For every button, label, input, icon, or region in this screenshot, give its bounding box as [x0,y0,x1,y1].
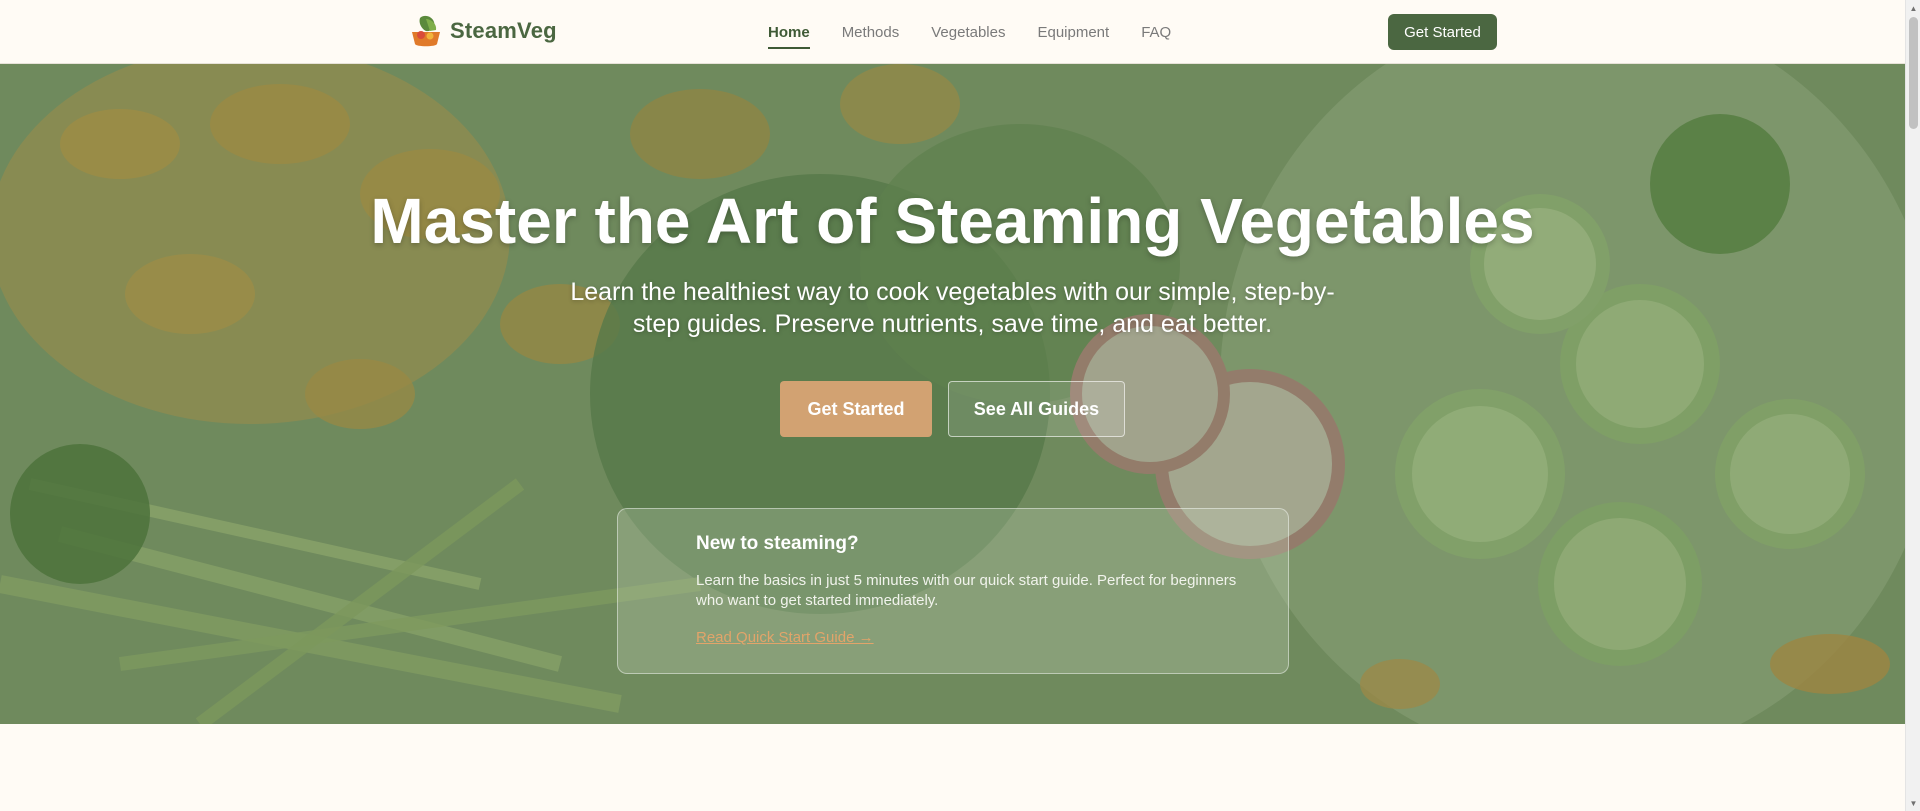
hero-title: Master the Art of Steaming Vegetables [370,185,1535,257]
scrollbar-thumb[interactable] [1909,17,1918,129]
nav-item-methods[interactable]: Methods [842,16,900,49]
site-header: SteamVeg Home Methods Vegetables Equipme… [0,0,1905,64]
scroll-up-icon[interactable]: ▲ [1906,0,1920,16]
main-nav: Home Methods Vegetables Equipment FAQ [768,0,1171,64]
hero-section: Master the Art of Steaming Vegetables Le… [0,64,1905,724]
quick-start-card: New to steaming? Learn the basics in jus… [617,508,1289,674]
nav-item-equipment[interactable]: Equipment [1037,16,1109,49]
nav-item-vegetables[interactable]: Vegetables [931,16,1005,49]
hero-get-started-button[interactable]: Get Started [780,381,932,437]
page-scrollbar[interactable]: ▲ ▼ [1905,0,1920,811]
quick-start-card-text: Learn the basics in just 5 minutes with … [696,572,1237,609]
vegetable-basket-icon [412,15,440,47]
scroll-down-icon[interactable]: ▼ [1906,795,1920,811]
nav-item-home[interactable]: Home [768,16,810,49]
page: SteamVeg Home Methods Vegetables Equipme… [0,0,1905,811]
nav-item-faq[interactable]: FAQ [1141,16,1171,49]
see-all-guides-button[interactable]: See All Guides [948,381,1125,437]
brand-name: SteamVeg [450,18,557,43]
quick-start-card-title: New to steaming? [696,533,859,554]
header-get-started-button[interactable]: Get Started [1388,14,1497,50]
hero-subtitle: Learn the healthiest way to cook vegetab… [570,278,1335,338]
quick-start-guide-link[interactable]: Read Quick Start Guide → [696,629,874,646]
brand-logo-link[interactable]: SteamVeg [410,14,557,48]
